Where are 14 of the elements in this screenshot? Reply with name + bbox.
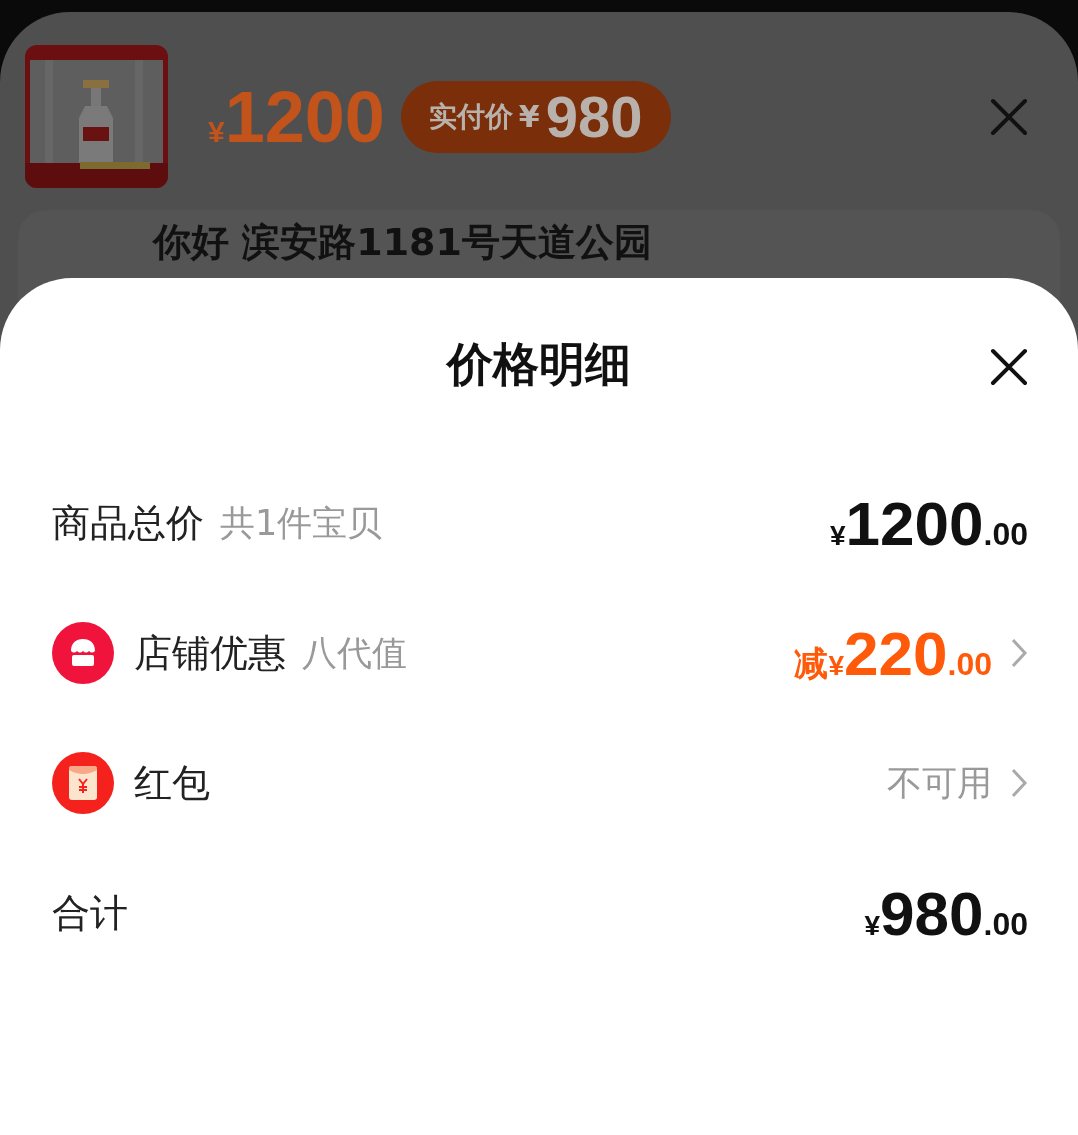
original-price: ¥1200 bbox=[208, 75, 385, 158]
address-text: 你好 滨安路1181号天道公园 bbox=[153, 220, 652, 264]
row-label: 商品总价 bbox=[52, 499, 204, 547]
paid-price-badge: 实付价 ¥980 bbox=[400, 80, 671, 153]
sheet-title: 价格明细 bbox=[447, 336, 631, 393]
price-value: ¥980.00 bbox=[864, 877, 1028, 949]
status-text: 不可用 bbox=[887, 761, 992, 805]
row-label: 店铺优惠 bbox=[134, 629, 286, 677]
price-value: ¥1200.00 bbox=[830, 487, 1028, 559]
row-note: 共1件宝贝 bbox=[220, 501, 383, 545]
price-value: 减¥220.00 bbox=[794, 617, 992, 689]
row-label: 合计 bbox=[52, 889, 128, 937]
row-label: 红包 bbox=[134, 759, 210, 807]
row-note: 八代值 bbox=[302, 631, 407, 675]
